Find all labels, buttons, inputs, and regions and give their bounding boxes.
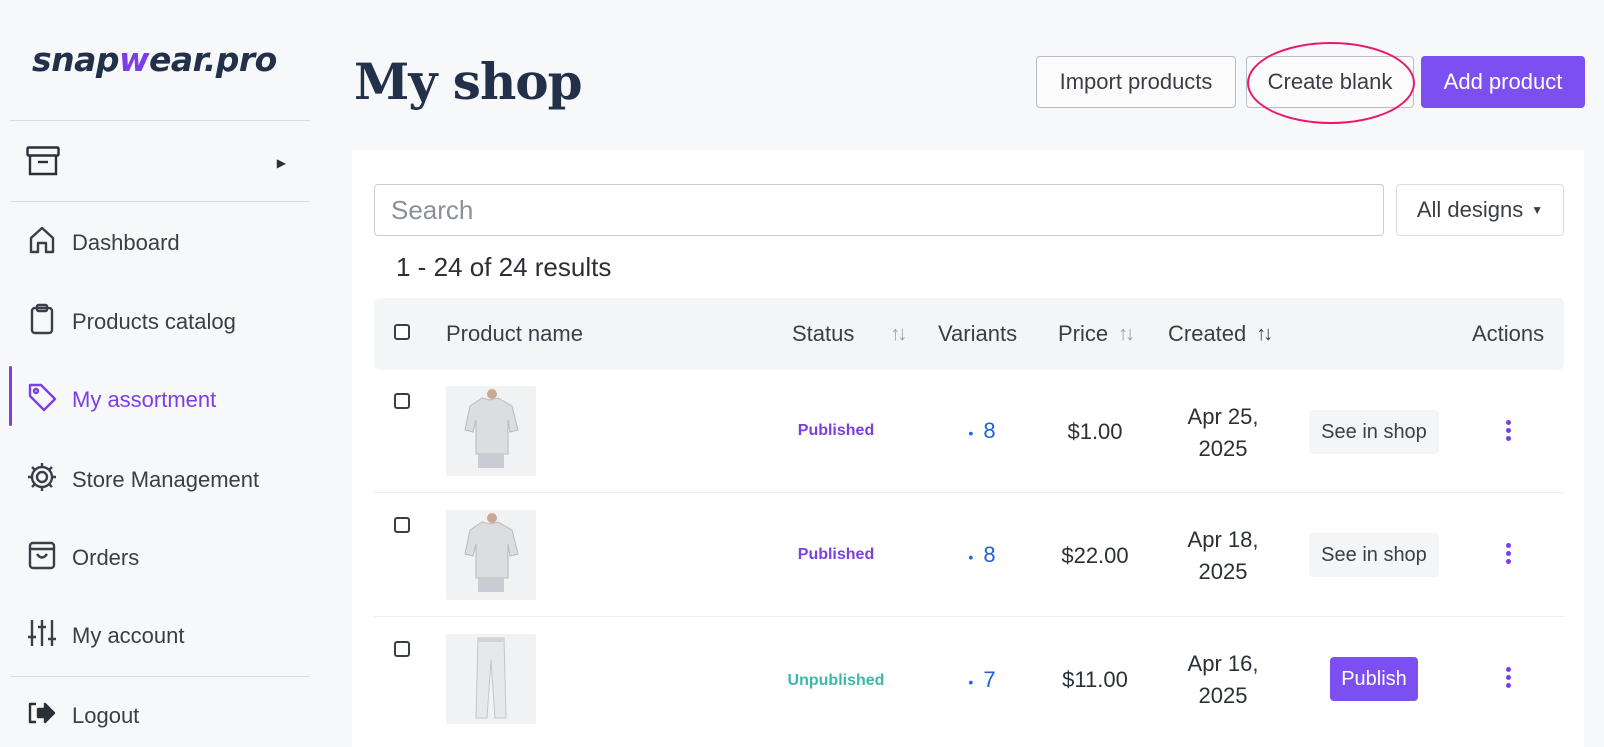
row-checkbox[interactable] (394, 393, 410, 409)
sidebar-item-dashboard[interactable]: Dashboard (26, 223, 180, 263)
more-actions-icon[interactable] (1498, 662, 1518, 692)
archive-box-icon (26, 145, 60, 181)
add-product-button[interactable]: Add product (1421, 56, 1585, 108)
see-in-shop-button[interactable]: See in shop (1309, 410, 1439, 454)
variants-link[interactable]: • 8 (942, 542, 1022, 568)
results-count: 1 - 24 of 24 results (396, 252, 612, 282)
status-badge: Unpublished (787, 672, 885, 689)
caret-right-icon: ▶ (276, 156, 286, 170)
price-value: $11.00 (1062, 667, 1128, 692)
status-badge: Published (797, 422, 875, 439)
import-products-button[interactable]: Import products (1036, 56, 1236, 108)
more-actions-icon[interactable] (1498, 538, 1518, 568)
designs-filter-dropdown[interactable]: All designs ▼ (1396, 184, 1564, 236)
sidebar-item-label: Products catalog (72, 309, 236, 334)
shirt-image (464, 513, 519, 592)
logout-button[interactable]: Logout (26, 696, 139, 736)
variants-link[interactable]: • 8 (942, 418, 1022, 444)
pants-image (475, 637, 507, 719)
sidebar-divider (10, 120, 310, 121)
sidebar-item-label: Store Management (72, 467, 260, 492)
status-badge: Published (797, 546, 875, 563)
price-value: $1.00 (1067, 419, 1123, 444)
see-in-shop-button[interactable]: See in shop (1309, 533, 1439, 577)
created-date: Apr 25, 2025 (1187, 404, 1259, 461)
sort-icon[interactable]: ↑↓ (1256, 323, 1273, 346)
logout-icon (26, 697, 58, 735)
active-indicator (9, 366, 12, 426)
gear-icon (26, 461, 58, 499)
store-switcher[interactable]: ▶ (26, 143, 288, 183)
brand-logo[interactable]: snapwear.pro (32, 40, 277, 79)
home-icon (26, 224, 58, 262)
sidebar-item-label: Orders (72, 545, 140, 570)
created-date: Apr 16, 2025 (1187, 651, 1259, 708)
column-header-created[interactable]: Created ↑↓ (1168, 298, 1273, 370)
shirt-image (464, 389, 519, 468)
column-header-variants: Variants (938, 321, 1018, 346)
select-all-checkbox[interactable] (394, 324, 410, 340)
row-divider (374, 616, 1564, 617)
sort-icon[interactable]: ↑↓ (890, 323, 907, 346)
price-value: $22.00 (1061, 543, 1129, 568)
caret-down-icon: ▼ (1531, 203, 1544, 217)
page-title: My shop (354, 52, 583, 111)
shopping-bag-icon (26, 539, 58, 577)
row-checkbox[interactable] (394, 641, 410, 657)
column-header-product-name: Product name (446, 321, 583, 346)
sliders-icon (26, 617, 58, 655)
sidebar-item-products-catalog[interactable]: Products catalog (26, 302, 236, 342)
product-thumbnail[interactable] (446, 510, 536, 600)
create-blank-button[interactable]: Create blank (1246, 56, 1414, 108)
sidebar-item-label: My assortment (72, 387, 217, 412)
sidebar: snapwear.pro ▶ Dashboard Products catalo… (0, 0, 312, 747)
sidebar-divider (10, 201, 310, 202)
sidebar-item-store-management[interactable]: Store Management (26, 460, 259, 500)
sidebar-item-label: Dashboard (72, 230, 180, 255)
sidebar-item-my-assortment[interactable]: My assortment (26, 380, 216, 420)
row-divider (374, 492, 1564, 493)
sidebar-item-label: My account (72, 623, 185, 648)
filter-label: All designs (1416, 197, 1524, 222)
row-checkbox[interactable] (394, 517, 410, 533)
sort-icon[interactable]: ↑↓ (1118, 323, 1135, 346)
product-thumbnail[interactable] (446, 634, 536, 724)
product-thumbnail[interactable] (446, 386, 536, 476)
column-header-actions: Actions (1472, 321, 1545, 346)
more-actions-icon[interactable] (1498, 415, 1518, 445)
sidebar-item-orders[interactable]: Orders (26, 538, 139, 578)
column-header-status[interactable]: Status ↑↓ (792, 298, 907, 370)
clipboard-icon (26, 303, 58, 341)
logout-label: Logout (72, 703, 140, 728)
publish-button[interactable]: Publish (1330, 657, 1418, 701)
sidebar-divider (10, 676, 310, 677)
search-input[interactable] (374, 184, 1384, 236)
variants-link[interactable]: • 7 (942, 667, 1022, 693)
created-date: Apr 18, 2025 (1187, 527, 1259, 584)
column-header-price[interactable]: Price ↑↓ (1058, 298, 1135, 370)
sidebar-item-my-account[interactable]: My account (26, 616, 185, 656)
tag-icon (26, 381, 58, 419)
